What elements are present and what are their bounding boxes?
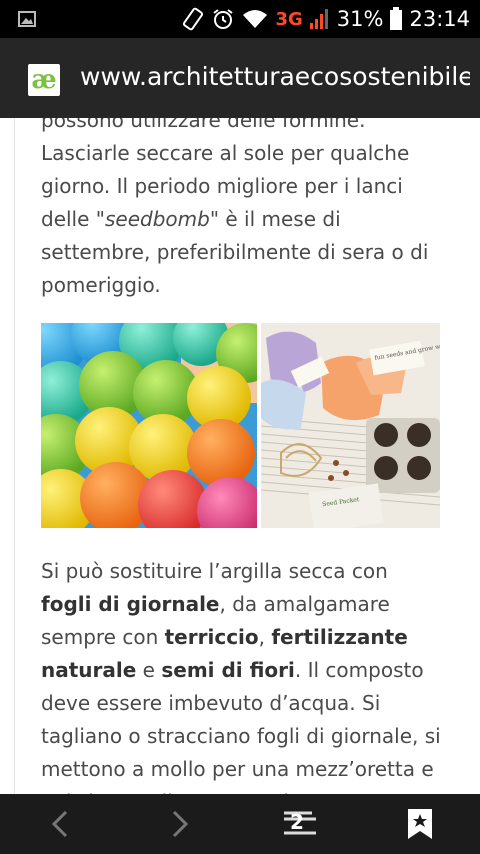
paragraph-1-line: settembre, preferibilmente di sera o di <box>41 240 429 264</box>
seedbomb-term: seedbomb <box>104 207 210 231</box>
highlight-term: fogli di giornale <box>41 592 220 616</box>
favicon-text: æ <box>31 65 57 95</box>
seed-bombs-gift-photo[interactable]: fun seeds and grow wild Seed Packet <box>261 323 440 528</box>
paragraph-1-line: Lasciarle seccare al sole per qualche <box>41 141 410 165</box>
chevron-left-icon <box>51 810 68 838</box>
paragraph-1-line: delle "seedbomb" è il mese di <box>41 207 341 231</box>
forward-button[interactable] <box>150 794 210 854</box>
tabs-count: 2 <box>290 810 304 834</box>
chevron-right-icon <box>172 810 189 838</box>
seed-balls-photo[interactable] <box>41 323 257 528</box>
status-bar: 3G 31% 23:14 <box>0 0 480 38</box>
content-border <box>14 118 15 794</box>
paragraph-1-line: pomeriggio. <box>41 273 161 297</box>
url-field[interactable]: www.architetturaecosostenibile. <box>80 62 470 91</box>
signal-icon <box>309 9 328 29</box>
paragraph-2: Si può sostituire l’argilla secca con fo… <box>41 559 441 794</box>
bookmark-star-icon <box>408 809 432 839</box>
clock: 23:14 <box>409 7 470 31</box>
site-favicon: æ <box>28 64 60 96</box>
browser-bottom-bar: 2 <box>0 794 480 854</box>
browser-toolbar: æ www.architetturaecosostenibile. <box>0 38 480 118</box>
back-button[interactable] <box>30 794 90 854</box>
wifi-icon <box>243 10 268 28</box>
battery-percent: 31% <box>336 7 384 31</box>
alarm-icon <box>213 9 234 29</box>
paragraph-1-line: giorno. Il periodo migliore per i lanci <box>41 174 403 198</box>
gallery-icon <box>18 11 36 27</box>
network-type: 3G <box>275 8 303 30</box>
page-content[interactable]: possono utilizzare delle formine. Lascia… <box>0 118 480 794</box>
tabs-button[interactable]: 2 <box>270 794 330 854</box>
highlight-term: semi di fiori <box>161 658 295 682</box>
status-icons: 3G 31% 23:14 <box>181 0 470 38</box>
paragraph-1-line: possono utilizzare delle formine. <box>41 118 366 132</box>
paragraph-1: possono utilizzare delle formine. Lascia… <box>41 118 451 302</box>
battery-icon <box>390 7 403 30</box>
rotate-icon <box>183 7 204 31</box>
highlight-term: terriccio <box>164 625 259 649</box>
bookmark-button[interactable] <box>390 794 450 854</box>
